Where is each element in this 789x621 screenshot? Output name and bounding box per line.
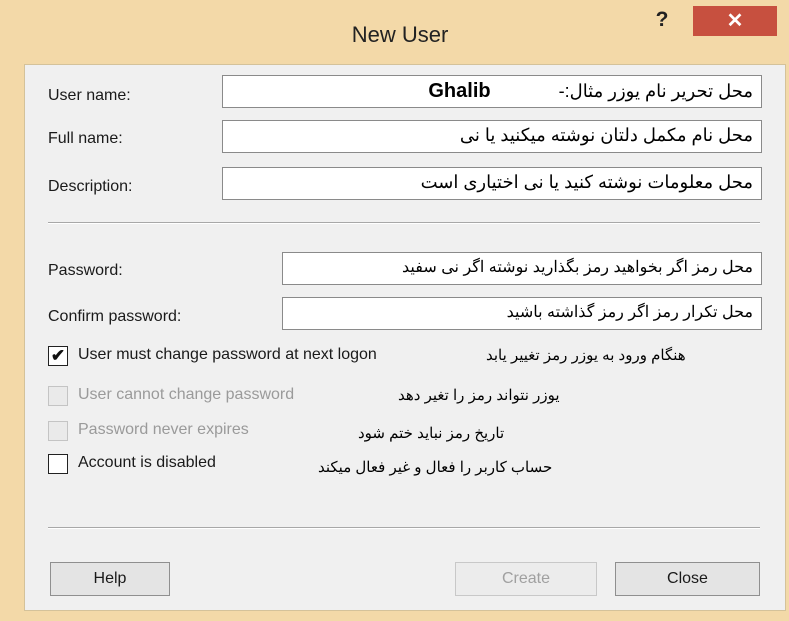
option-must-change-password-note: هنگام ورود به یوزر رمز تغییر یابد bbox=[486, 347, 686, 364]
option-password-never-expires-label: Password never expires bbox=[78, 421, 249, 438]
separator-bottom bbox=[48, 527, 760, 529]
help-button[interactable]: Help bbox=[50, 562, 170, 596]
dialog-title: New User bbox=[351, 22, 449, 47]
checkbox-password-never-expires bbox=[48, 421, 68, 441]
full-name-input[interactable]: محل نام مکمل دلتان نوشته میکنید یا نی bbox=[222, 120, 762, 153]
option-password-never-expires-note: تاریخ رمز نباید ختم شود bbox=[358, 425, 505, 442]
password-label: Password: bbox=[48, 262, 123, 279]
option-must-change-password-label[interactable]: User must change password at next logon bbox=[78, 346, 377, 364]
checkbox-must-change-password[interactable]: ✔ bbox=[48, 346, 68, 366]
full-name-label: Full name: bbox=[48, 130, 123, 147]
checkbox-account-disabled[interactable] bbox=[48, 454, 68, 474]
close-button[interactable]: Close bbox=[615, 562, 760, 596]
option-cannot-change-password-note: یوزر نتواند رمز را تغیر دهد bbox=[398, 387, 560, 404]
user-name-label: User name: bbox=[48, 87, 131, 104]
separator-top bbox=[48, 222, 760, 224]
confirm-password-input[interactable]: محل تکرار رمز اگر رمز گذاشته باشید bbox=[282, 297, 762, 330]
confirm-password-label: Confirm password: bbox=[48, 308, 182, 325]
help-icon[interactable]: ? bbox=[648, 8, 676, 36]
description-input[interactable]: محل معلومات نوشته کنید یا نی اختیاری است bbox=[222, 167, 762, 200]
user-name-input[interactable]: محل تحریر نام یوزر مثال:- Ghalib bbox=[222, 75, 762, 108]
user-name-value: Ghalib bbox=[428, 80, 491, 102]
user-name-hint: محل تحریر نام یوزر مثال:- bbox=[558, 81, 753, 101]
option-account-disabled-note: حساب کاربر را فعال و غیر فعال میکند bbox=[318, 459, 553, 476]
password-input[interactable]: محل رمز اگر بخواهید رمز بگذارید نوشته اگ… bbox=[282, 252, 762, 285]
checkbox-cannot-change-password bbox=[48, 386, 68, 406]
option-cannot-change-password-label: User cannot change password bbox=[78, 386, 295, 403]
new-user-dialog: New User ? ✕ User name: محل تحریر نام یو… bbox=[0, 0, 789, 621]
description-label: Description: bbox=[48, 178, 133, 195]
option-account-disabled-label[interactable]: Account is disabled bbox=[78, 454, 216, 472]
create-button[interactable]: Create bbox=[455, 562, 597, 596]
title-bar[interactable]: New User ? ✕ bbox=[0, 0, 789, 64]
close-icon[interactable]: ✕ bbox=[693, 6, 777, 36]
